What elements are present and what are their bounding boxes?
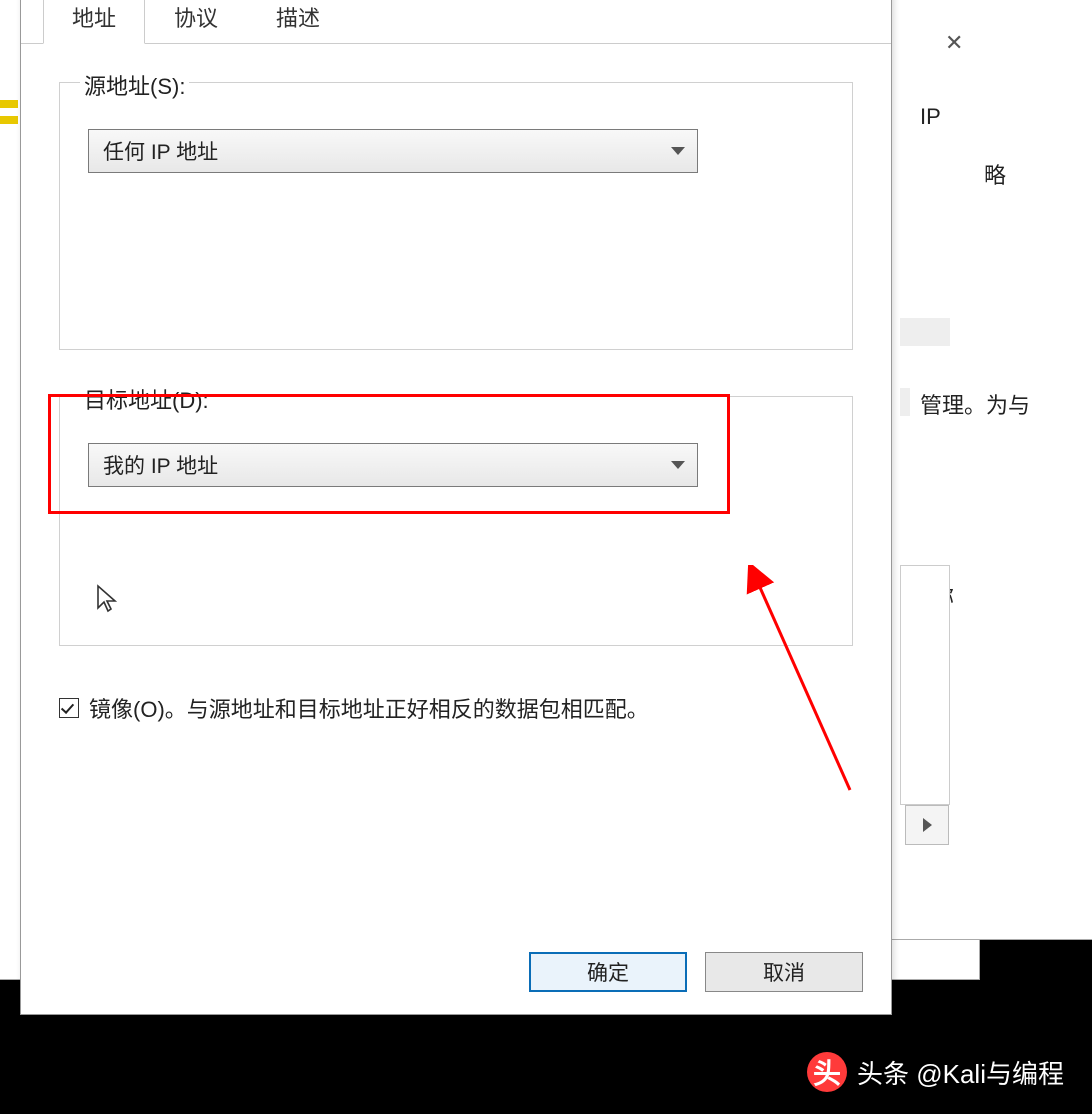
mirror-checkbox[interactable] <box>59 698 79 718</box>
bg-list <box>900 565 950 805</box>
watermark-logo-icon: 头 <box>807 1052 847 1092</box>
tab-protocol[interactable]: 协议 <box>145 0 247 43</box>
edge-artifact <box>0 100 18 150</box>
source-address-value: 任何 IP 地址 <box>103 136 218 166</box>
watermark-text: 头条 @Kali与编程 <box>857 1054 1064 1091</box>
chevron-right-icon <box>923 818 932 832</box>
bg-text-ip: IP <box>920 104 941 130</box>
dialog-content: 源地址(S): 任何 IP 地址 目标地址(D): 我的 IP 地址 镜像(O)… <box>21 44 891 734</box>
tab-strip: 地址 协议 描述 <box>21 0 891 44</box>
source-address-group: 源地址(S): 任何 IP 地址 <box>59 82 853 350</box>
chevron-down-icon <box>671 147 685 155</box>
chevron-down-icon <box>671 461 685 469</box>
cancel-button[interactable]: 取消 <box>705 952 863 992</box>
bg-field-2 <box>900 388 910 416</box>
destination-address-label: 目标地址(D): <box>80 383 213 415</box>
source-address-label: 源地址(S): <box>80 69 189 101</box>
mirror-label: 镜像(O)。与源地址和目标地址正好相反的数据包相匹配。 <box>89 692 649 724</box>
bg-text-guanli: 管理。为与 <box>920 388 1030 420</box>
check-icon <box>61 700 74 714</box>
tab-description[interactable]: 描述 <box>247 0 349 43</box>
filter-properties-dialog: 地址 协议 描述 源地址(S): 任何 IP 地址 目标地址(D): 我的 IP… <box>20 0 892 1015</box>
watermark: 头 头条 @Kali与编程 <box>807 1052 1064 1092</box>
destination-address-select[interactable]: 我的 IP 地址 <box>88 443 698 487</box>
destination-address-value: 我的 IP 地址 <box>103 450 218 480</box>
dialog-button-row: 确定 取消 <box>529 952 863 992</box>
ok-button[interactable]: 确定 <box>529 952 687 992</box>
tab-address[interactable]: 地址 <box>43 0 145 44</box>
source-address-select[interactable]: 任何 IP 地址 <box>88 129 698 173</box>
mirror-checkbox-row: 镜像(O)。与源地址和目标地址正好相反的数据包相匹配。 <box>59 692 853 724</box>
scroll-right-button[interactable] <box>905 805 949 845</box>
close-icon[interactable]: ✕ <box>945 30 963 56</box>
bg-field-1 <box>900 318 950 346</box>
destination-address-group: 目标地址(D): 我的 IP 地址 <box>59 396 853 646</box>
bg-text-lue: 略 <box>984 158 1006 190</box>
